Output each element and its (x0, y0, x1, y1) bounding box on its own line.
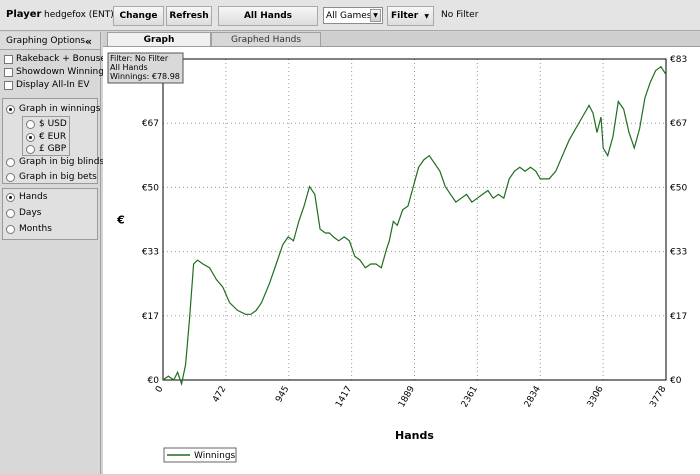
y-tick-label: €67 (670, 119, 687, 129)
period-hands-label: Hands (19, 192, 48, 202)
rakeback-checkbox[interactable]: Rakeback + Bonuses (4, 54, 111, 64)
radio-button[interactable] (6, 208, 15, 218)
radio-button[interactable] (6, 172, 15, 182)
radio-button[interactable] (6, 224, 15, 234)
filter-button[interactable]: Filter ▼ (387, 6, 434, 26)
period-hands-radio[interactable]: Hands (6, 192, 47, 202)
tab-graphed-hands[interactable]: Graphed Hands (211, 32, 321, 46)
checkbox-box[interactable] (4, 54, 13, 64)
period-months-label: Months (19, 224, 52, 234)
y-tick-labels-left: €0€17€33€50€67€83 (142, 55, 159, 386)
radio-button[interactable] (26, 119, 35, 129)
y-tick-label: €33 (670, 248, 687, 258)
currency-usd-radio[interactable]: $ USD (26, 119, 67, 129)
x-tick-label: 1417 (334, 385, 354, 410)
graph-in-big-bets-radio[interactable]: Graph in big bets (6, 172, 97, 182)
radio-button[interactable] (6, 157, 15, 167)
x-tick-label: 0 (154, 384, 166, 394)
radio-button[interactable] (26, 144, 35, 154)
info-box: Filter: No Filter All Hands Winnings: €7… (107, 52, 184, 84)
all-in-ev-label: Display All-In EV (16, 80, 90, 90)
y-tick-label: €0 (148, 376, 160, 386)
graph-in-big-bets-label: Graph in big bets (19, 172, 97, 182)
rakeback-label: Rakeback + Bonuses (16, 54, 111, 64)
period-days-radio[interactable]: Days (6, 208, 41, 218)
x-axis-label: Hands (395, 429, 434, 442)
graph-in-winnings-radio[interactable]: Graph in winnings (6, 104, 100, 114)
chevron-down-icon[interactable]: ▼ (370, 9, 381, 22)
y-tick-labels-right: €0 €17 €33 €50 €67 €83 (670, 55, 687, 386)
info-hands: All Hands (110, 63, 148, 72)
graphing-options-title: Graphing Options (6, 35, 86, 46)
y-axis-label: € (116, 214, 125, 227)
y-tick-label: €50 (142, 183, 159, 193)
showdown-checkbox[interactable]: Showdown Winnings (4, 67, 109, 77)
toolbar: Player hedgefox (ENT) Change Refresh All… (0, 0, 700, 31)
y-tick-label: €67 (142, 119, 159, 129)
currency-eur-radio[interactable]: € EUR (26, 132, 66, 142)
change-button[interactable]: Change (113, 6, 164, 26)
period-days-label: Days (19, 208, 42, 218)
showdown-label: Showdown Winnings (16, 67, 109, 77)
player-name: hedgefox (ENT) (44, 10, 114, 20)
graph-in-big-blinds-label: Graph in big blinds (19, 157, 105, 167)
y-tick-label: €83 (670, 55, 687, 65)
tab-bar: Graph Graphed Hands (103, 32, 700, 46)
currency-gbp-label: £ GBP (39, 144, 67, 154)
filter-label: Filter (391, 11, 419, 21)
series-line-winnings (162, 65, 667, 387)
graph-in-big-blinds-radio[interactable]: Graph in big blinds (6, 157, 104, 167)
y-tick-label: €50 (670, 183, 687, 193)
winnings-chart: €0 €17 €33 €50 €67 €83 €0 €17 €33 €50 €67 €83 0 472… (103, 46, 700, 474)
x-tick-label: 1889 (397, 384, 417, 409)
currency-eur-label: € EUR (39, 132, 67, 142)
x-tick-label: 3306 (586, 384, 606, 409)
checkbox-box[interactable] (4, 80, 13, 90)
info-winnings: Winnings: €78.98 (110, 72, 180, 81)
radio-button[interactable] (26, 132, 35, 142)
x-tick-label: 472 (211, 385, 228, 405)
refresh-button[interactable]: Refresh (166, 6, 212, 26)
checkbox-box[interactable] (4, 67, 13, 77)
currency-usd-label: $ USD (39, 119, 67, 129)
winnings-chart-svg: €0 €17 €33 €50 €67 €83 €0 €17 €33 €50 €67 €83 0 472… (107, 52, 687, 463)
y-tick-label: €0 (670, 376, 682, 386)
collapse-icon[interactable]: « (85, 35, 92, 48)
legend-label: Winnings (194, 451, 236, 461)
all-in-ev-checkbox[interactable]: Display All-In EV (4, 80, 90, 90)
y-tick-label: €17 (670, 312, 687, 322)
graphing-options-panel: Graphing Options « Rakeback + Bonuses Sh… (0, 32, 111, 474)
legend: Winnings (163, 447, 237, 463)
x-tick-label: 2361 (460, 385, 480, 410)
y-tick-label: €17 (142, 312, 159, 322)
filter-status: No Filter (441, 10, 479, 20)
period-months-radio[interactable]: Months (6, 224, 52, 234)
graphing-options-header: Graphing Options « (0, 32, 100, 50)
x-tick-label: 2834 (523, 384, 543, 409)
y-tick-label: €33 (142, 248, 159, 258)
x-tick-labels: 0 472 945 1417 1889 2361 2834 3306 3778 (154, 384, 669, 409)
player-label: Player (6, 9, 42, 20)
chevron-down-icon: ▼ (424, 12, 429, 20)
currency-gbp-radio[interactable]: £ GBP (26, 144, 66, 154)
x-tick-label: 3778 (648, 384, 668, 409)
graph-in-winnings-label: Graph in winnings (19, 104, 101, 114)
radio-button[interactable] (6, 192, 15, 202)
radio-button[interactable] (6, 104, 15, 114)
tab-graph[interactable]: Graph (107, 32, 211, 46)
games-select-value: All Games (326, 10, 372, 21)
x-tick-label: 945 (274, 385, 291, 405)
games-select[interactable]: All Games ▼ (323, 7, 383, 24)
all-hands-button[interactable]: All Hands (218, 6, 318, 26)
info-filter: Filter: No Filter (110, 54, 169, 63)
